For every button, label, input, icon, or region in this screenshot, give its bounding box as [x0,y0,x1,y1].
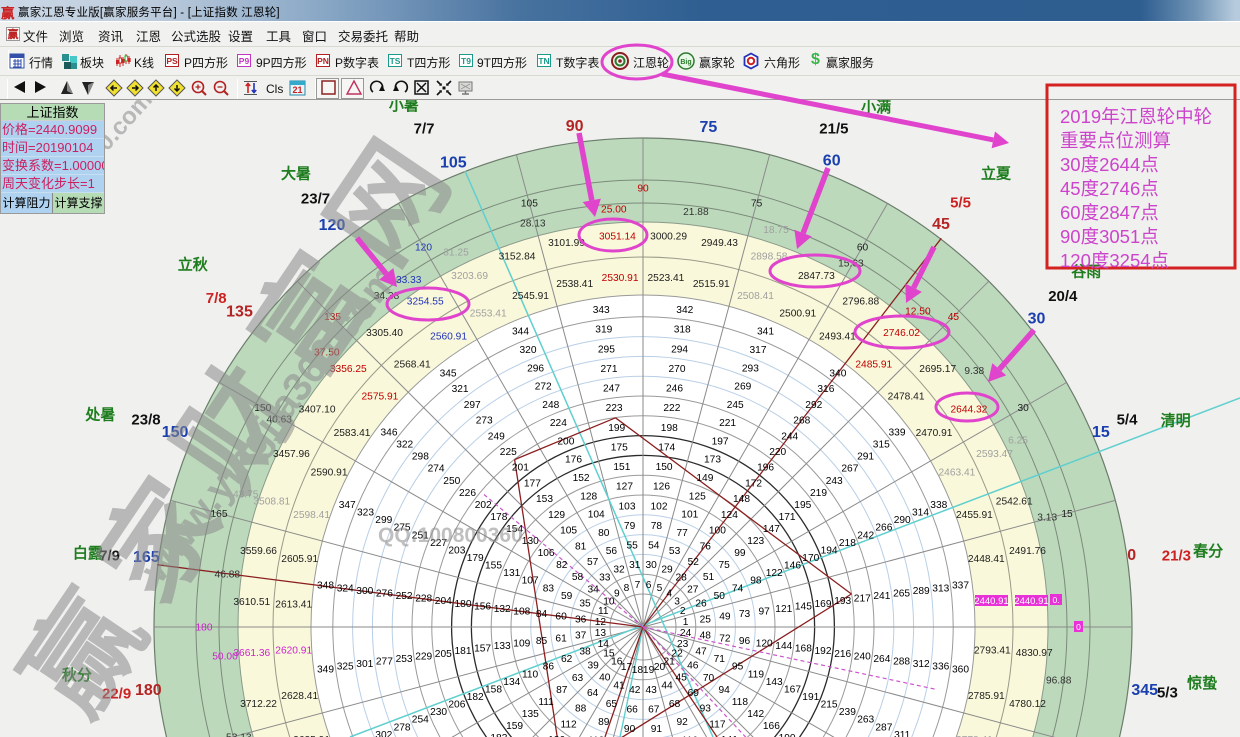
svg-text:45度2746点: 45度2746点 [1060,178,1159,199]
svg-text:120度3254点: 120度3254点 [1060,250,1169,271]
svg-text:60度2847点: 60度2847点 [1060,202,1159,223]
svg-text:90度3051点: 90度3051点 [1060,226,1159,247]
svg-text:2019年江恩轮中轮: 2019年江恩轮中轮 [1060,106,1212,127]
svg-text:重要点位测算: 重要点位测算 [1060,130,1171,151]
svg-text:30度2644点: 30度2644点 [1060,154,1159,175]
